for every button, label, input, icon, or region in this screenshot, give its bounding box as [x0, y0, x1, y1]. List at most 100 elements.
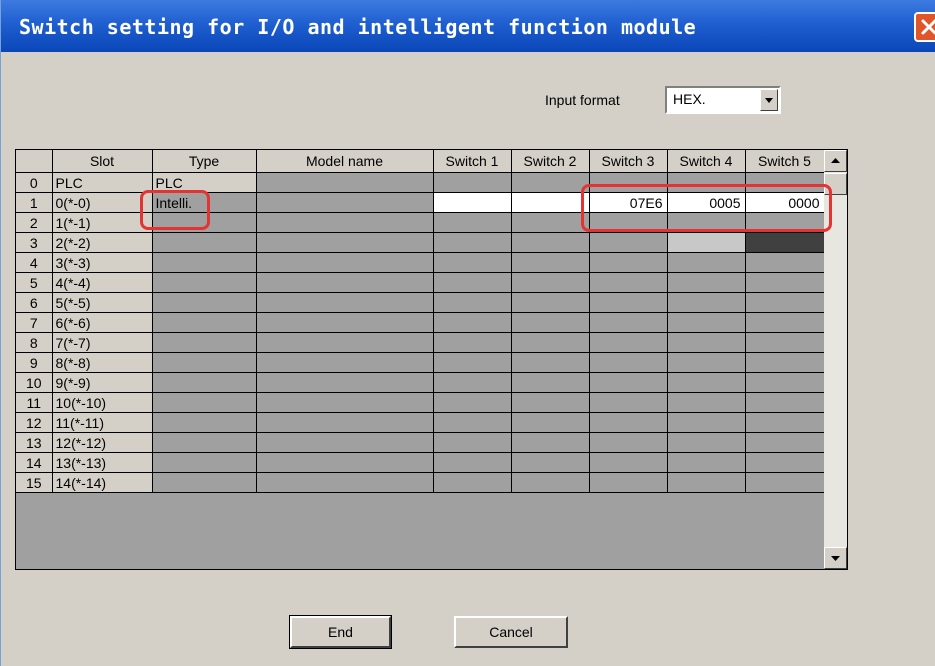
column-header-switch-5[interactable]: Switch 5	[745, 150, 825, 173]
slot-cell[interactable]: 10(*-10)	[52, 392, 153, 413]
slot-cell[interactable]: 11(*-11)	[52, 412, 153, 433]
table-row[interactable]: 14 13(*-13)	[16, 452, 825, 473]
switch-3-cell[interactable]	[589, 332, 668, 353]
model-name-cell[interactable]	[256, 272, 434, 293]
switch-5-cell[interactable]	[745, 292, 825, 313]
type-cell[interactable]	[152, 392, 257, 413]
switch-2-cell[interactable]	[511, 252, 590, 273]
model-name-cell[interactable]	[256, 452, 434, 473]
switch-2-cell[interactable]	[511, 472, 590, 493]
switch-3-cell[interactable]	[589, 412, 668, 433]
switch-2-cell[interactable]	[511, 212, 590, 233]
switch-2-cell[interactable]	[511, 192, 590, 213]
close-button[interactable]	[914, 12, 935, 42]
switch-3-cell[interactable]	[589, 252, 668, 273]
dropdown-button[interactable]	[760, 89, 778, 111]
switch-2-cell[interactable]	[511, 412, 590, 433]
model-name-cell[interactable]	[256, 312, 434, 333]
model-name-cell[interactable]	[256, 292, 434, 313]
type-cell[interactable]	[152, 272, 257, 293]
switch-5-cell[interactable]	[745, 412, 825, 433]
type-cell[interactable]	[152, 452, 257, 473]
slot-cell[interactable]: 7(*-7)	[52, 332, 153, 353]
switch-1-cell[interactable]	[433, 272, 512, 293]
switch-1-cell[interactable]	[433, 192, 512, 213]
switch-1-cell[interactable]	[433, 452, 512, 473]
model-name-cell[interactable]	[256, 172, 434, 193]
title-bar[interactable]: Switch setting for I/O and intelligent f…	[1, 0, 935, 52]
slot-cell[interactable]: 8(*-8)	[52, 352, 153, 373]
slot-cell[interactable]: 2(*-2)	[52, 232, 153, 253]
model-name-cell[interactable]	[256, 352, 434, 373]
switch-3-cell[interactable]	[589, 432, 668, 453]
end-button[interactable]: End	[289, 615, 392, 649]
switch-2-cell[interactable]	[511, 452, 590, 473]
model-name-cell[interactable]	[256, 332, 434, 353]
table-row[interactable]: 12 11(*-11)	[16, 412, 825, 433]
switch-2-cell[interactable]	[511, 392, 590, 413]
switch-1-cell[interactable]	[433, 252, 512, 273]
switch-5-cell[interactable]	[745, 272, 825, 293]
column-header-switch-2[interactable]: Switch 2	[511, 150, 590, 173]
table-row[interactable]: 6 5(*-5)	[16, 292, 825, 313]
switch-5-cell[interactable]	[745, 452, 825, 473]
switch-3-cell[interactable]	[589, 292, 668, 313]
model-name-cell[interactable]	[256, 412, 434, 433]
switch-1-cell[interactable]	[433, 392, 512, 413]
switch-5-cell[interactable]	[745, 352, 825, 373]
model-name-cell[interactable]	[256, 232, 434, 253]
slot-cell[interactable]: 14(*-14)	[52, 472, 153, 493]
table-row[interactable]: 11 10(*-10)	[16, 392, 825, 413]
switch-2-cell[interactable]	[511, 292, 590, 313]
model-name-cell[interactable]	[256, 432, 434, 453]
type-cell[interactable]	[152, 252, 257, 273]
model-name-cell[interactable]	[256, 192, 434, 213]
switch-4-cell[interactable]	[667, 252, 746, 273]
column-header-slot[interactable]: Slot	[52, 150, 153, 173]
switch-4-cell[interactable]	[667, 332, 746, 353]
switch-3-cell[interactable]	[589, 452, 668, 473]
switch-1-cell[interactable]	[433, 412, 512, 433]
slot-cell[interactable]: 9(*-9)	[52, 372, 153, 393]
type-cell[interactable]	[152, 232, 257, 253]
switch-4-cell[interactable]	[667, 412, 746, 433]
switch-4-cell[interactable]	[667, 432, 746, 453]
switch-3-cell[interactable]	[589, 312, 668, 333]
switch-5-cell[interactable]	[745, 252, 825, 273]
switch-4-cell[interactable]	[667, 352, 746, 373]
switch-1-cell[interactable]	[433, 472, 512, 493]
switch-2-cell[interactable]	[511, 172, 590, 193]
switch-4-cell[interactable]	[667, 292, 746, 313]
table-row[interactable]: 13 12(*-12)	[16, 432, 825, 453]
switch-5-cell[interactable]	[745, 332, 825, 353]
cancel-button[interactable]: Cancel	[454, 616, 568, 648]
type-cell[interactable]	[152, 352, 257, 373]
switch-3-cell[interactable]	[589, 372, 668, 393]
switch-3-cell[interactable]	[589, 352, 668, 373]
slot-cell[interactable]: 4(*-4)	[52, 272, 153, 293]
slot-cell[interactable]: PLC	[52, 172, 153, 193]
switch-4-cell[interactable]	[667, 232, 746, 253]
type-cell[interactable]	[152, 472, 257, 493]
switch-1-cell[interactable]	[433, 292, 512, 313]
column-header-switch-3[interactable]: Switch 3	[589, 150, 668, 173]
type-cell[interactable]	[152, 372, 257, 393]
switch-2-cell[interactable]	[511, 272, 590, 293]
slot-cell[interactable]: 12(*-12)	[52, 432, 153, 453]
switch-2-cell[interactable]	[511, 372, 590, 393]
table-row[interactable]: 3 2(*-2)	[16, 232, 825, 253]
table-row[interactable]: 5 4(*-4)	[16, 272, 825, 293]
switch-1-cell[interactable]	[433, 232, 512, 253]
switch-2-cell[interactable]	[511, 432, 590, 453]
switch-4-cell[interactable]	[667, 452, 746, 473]
table-row[interactable]: 7 6(*-6)	[16, 312, 825, 333]
switch-1-cell[interactable]	[433, 212, 512, 233]
switch-1-cell[interactable]	[433, 312, 512, 333]
column-header-switch-4[interactable]: Switch 4	[667, 150, 746, 173]
table-row[interactable]: 9 8(*-8)	[16, 352, 825, 373]
switch-2-cell[interactable]	[511, 232, 590, 253]
switch-3-cell[interactable]	[589, 272, 668, 293]
switch-1-cell[interactable]	[433, 332, 512, 353]
column-header-corner[interactable]	[16, 150, 53, 173]
column-header-type[interactable]: Type	[152, 150, 257, 173]
